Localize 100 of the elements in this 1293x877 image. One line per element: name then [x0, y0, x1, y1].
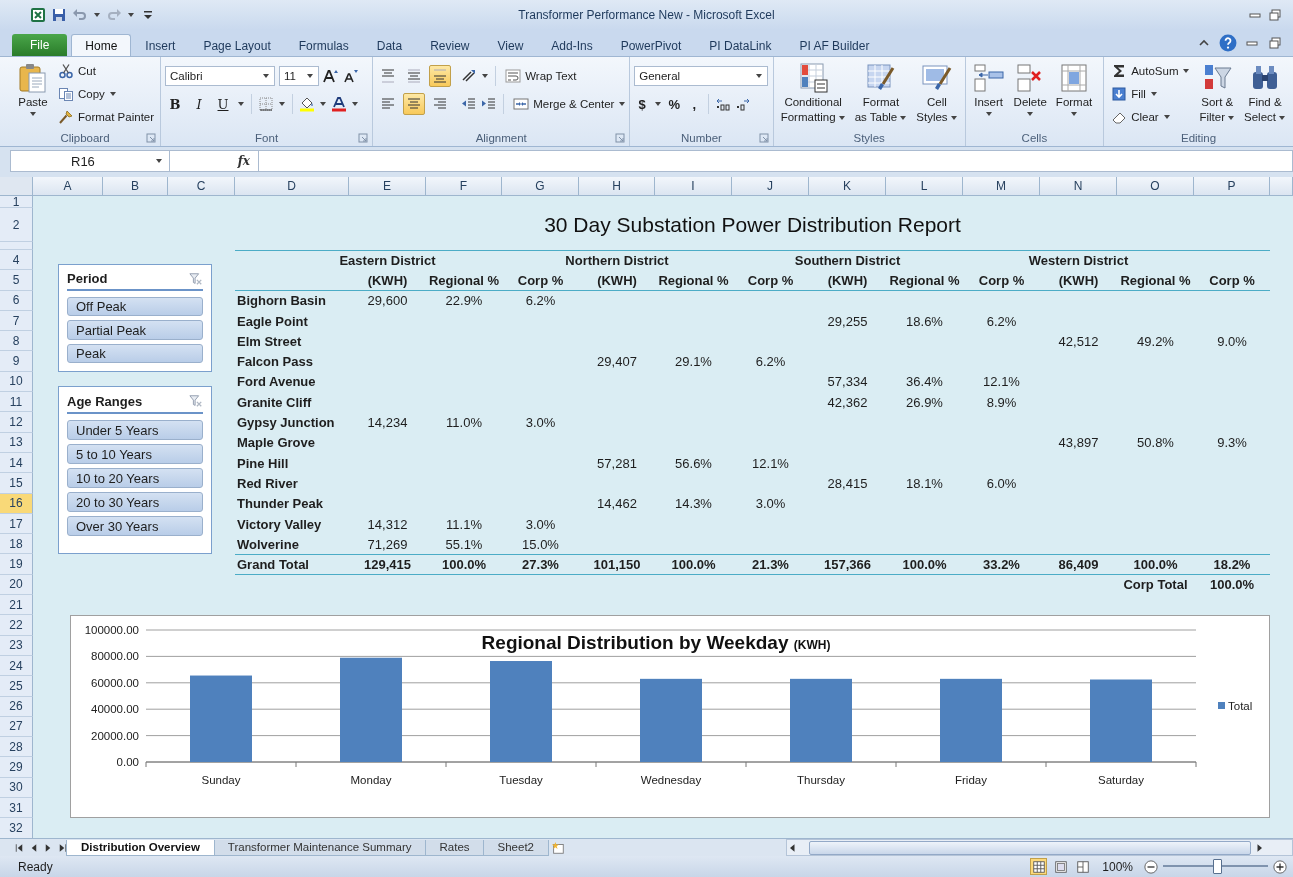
ribbon-tab[interactable]: Insert [131, 34, 190, 56]
dialog-launcher-icon[interactable] [758, 132, 769, 143]
decimal-increase-icon[interactable] [715, 96, 732, 112]
dialog-launcher-icon[interactable] [615, 132, 626, 143]
decrease-indent-icon[interactable] [461, 96, 478, 112]
ribbon-tab[interactable]: PI DataLink [695, 34, 786, 56]
file-tab[interactable]: File [12, 34, 68, 56]
caret-icon[interactable] [481, 72, 490, 80]
increase-indent-icon[interactable] [481, 96, 498, 112]
font-size-field[interactable]: 11 [279, 66, 319, 86]
row-header[interactable]: 32 [0, 818, 33, 838]
clipboard-button[interactable]: Copy [55, 83, 158, 105]
zoom-in-icon[interactable] [1273, 859, 1287, 874]
row-header[interactable]: 25 [0, 676, 33, 697]
slider-thumb[interactable] [1212, 859, 1222, 874]
dialog-launcher-icon[interactable] [358, 132, 369, 143]
orientation-icon[interactable] [461, 68, 478, 84]
row-header[interactable]: 20 [0, 574, 33, 596]
borders-icon[interactable] [258, 96, 274, 112]
align-center-button[interactable] [403, 93, 426, 115]
row-header[interactable]: 2 [0, 208, 33, 242]
caret-icon[interactable] [127, 11, 135, 19]
column-header[interactable]: K [809, 177, 886, 196]
column-header[interactable]: D [235, 177, 349, 196]
row-header[interactable]: 12 [0, 412, 33, 433]
row-header[interactable]: 5 [0, 270, 33, 291]
font-shrink-icon[interactable] [343, 68, 359, 84]
row-header[interactable]: 11 [0, 392, 33, 413]
dialog-launcher-icon[interactable] [146, 132, 156, 143]
column-header[interactable]: H [579, 177, 655, 196]
row-header[interactable]: 4 [0, 250, 33, 271]
page-break-button[interactable] [1074, 858, 1092, 875]
column-header[interactable]: M [963, 177, 1040, 196]
caret-icon[interactable] [351, 100, 359, 108]
row-header[interactable]: 1 [0, 196, 33, 208]
clipboard-button[interactable]: Format Painter [55, 106, 158, 128]
styles-button[interactable]: Cell Styles [913, 60, 961, 126]
editing-button[interactable]: Clear [1108, 106, 1194, 128]
row-header[interactable]: 26 [0, 696, 33, 717]
ribbon-tab[interactable]: Formulas [284, 34, 363, 56]
row-header[interactable]: 14 [0, 452, 33, 474]
slicer-item[interactable]: Peak [67, 343, 203, 363]
row-header[interactable]: 16 [0, 493, 33, 514]
insert-function-button[interactable]: fx [237, 154, 250, 168]
row-header[interactable]: 27 [0, 716, 33, 738]
ribbon-tab[interactable]: View [483, 34, 538, 56]
column-header[interactable]: G [502, 177, 579, 196]
page-layout-button[interactable] [1052, 858, 1070, 875]
slicer-item[interactable]: 5 to 10 Years [67, 444, 203, 465]
column-header[interactable]: F [426, 177, 502, 196]
caret-icon[interactable] [237, 100, 245, 108]
wrap-text-button[interactable]: Wrap Text [502, 65, 580, 87]
number-format-field[interactable]: General [634, 66, 769, 86]
slicer-item[interactable]: Off Peak [67, 297, 203, 317]
font-color-icon[interactable] [331, 96, 347, 112]
help-icon[interactable] [1219, 34, 1237, 52]
row-header[interactable]: 23 [0, 635, 33, 656]
editing-button[interactable]: AutoSum [1108, 60, 1194, 82]
cells-button[interactable]: Delete [1010, 60, 1050, 120]
cells-button[interactable]: Format [1052, 60, 1096, 120]
paint-bucket-icon[interactable] [299, 96, 315, 112]
cells-button[interactable]: Insert [969, 60, 1008, 120]
save-icon[interactable] [51, 7, 67, 23]
ribbon-tab[interactable]: Add-Ins [537, 34, 607, 56]
sheet-tab[interactable]: Distribution Overview [66, 839, 215, 856]
excel-logo-icon[interactable] [30, 7, 46, 23]
row-header[interactable]: 18 [0, 534, 33, 555]
ribbon-tab[interactable]: Home [71, 34, 132, 56]
font-grow-icon[interactable] [323, 68, 339, 84]
sheet-tab[interactable]: Rates [424, 839, 485, 856]
editing-button[interactable]: Fill [1108, 83, 1194, 105]
row-header[interactable]: 9 [0, 351, 33, 372]
column-header[interactable]: A [33, 177, 103, 196]
name-box[interactable]: R16 [10, 150, 170, 172]
column-header[interactable]: C [168, 177, 235, 196]
column-header[interactable]: P [1194, 177, 1270, 196]
styles-button[interactable]: Format as Table [851, 60, 911, 126]
font-style-button[interactable]: B [165, 94, 185, 114]
column-header[interactable]: N [1040, 177, 1117, 196]
ribbon-tab[interactable]: Page Layout [189, 34, 285, 56]
formula-input[interactable] [258, 150, 1293, 172]
zoom-out-icon[interactable] [1144, 859, 1158, 874]
editing-button[interactable]: Sort & Filter [1196, 60, 1239, 126]
number-format-button[interactable]: % [666, 94, 683, 114]
caret-icon[interactable] [654, 100, 663, 108]
row-header[interactable]: 10 [0, 371, 33, 393]
column-header[interactable]: L [886, 177, 963, 196]
row-header[interactable]: 8 [0, 331, 33, 352]
zoom-level[interactable]: 100% [1102, 859, 1133, 874]
caret-icon[interactable] [278, 100, 286, 108]
restore-icon[interactable] [1267, 7, 1283, 23]
slicer-item[interactable]: 20 to 30 Years [67, 492, 203, 513]
column-header[interactable]: B [103, 177, 168, 196]
slicer-item[interactable]: 10 to 20 Years [67, 468, 203, 489]
paste-button[interactable]: Paste [14, 60, 52, 120]
merge-center-button[interactable]: Merge & Center [510, 93, 630, 115]
column-header[interactable]: O [1117, 177, 1194, 196]
caret-icon[interactable] [319, 100, 327, 108]
font-name-field[interactable]: Calibri [165, 66, 275, 86]
editing-button[interactable]: Find & Select [1241, 60, 1289, 126]
